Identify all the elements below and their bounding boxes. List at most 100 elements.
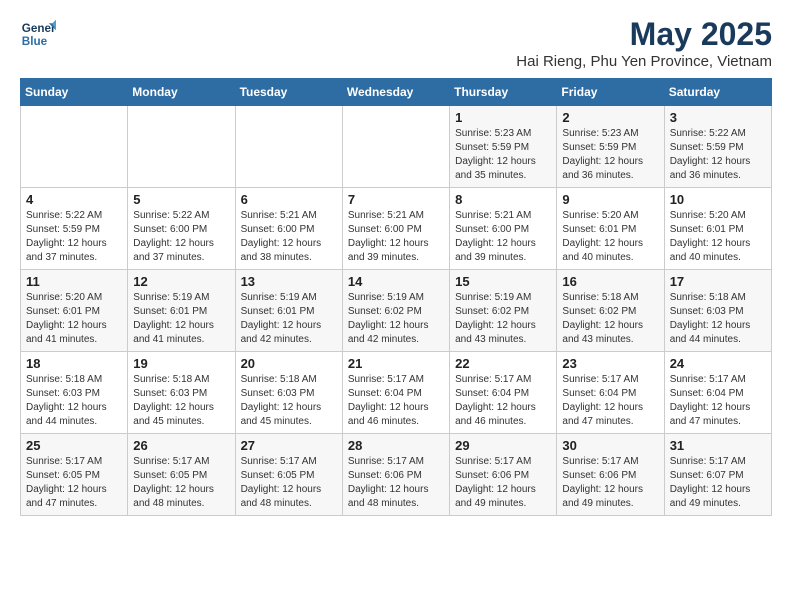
day-number: 24: [670, 356, 766, 371]
calendar-body: 1 Sunrise: 5:23 AM Sunset: 5:59 PM Daylig…: [21, 106, 772, 516]
day-info: Sunrise: 5:17 AM Sunset: 6:05 PM Dayligh…: [241, 455, 337, 511]
day-info: Sunrise: 5:17 AM Sunset: 6:05 PM Dayligh…: [133, 455, 229, 511]
day-cell: 18Sunrise: 5:18 AM Sunset: 6:03 PM Dayli…: [21, 352, 128, 434]
header-row: SundayMondayTuesdayWednesdayThursdayFrid…: [21, 79, 772, 106]
day-info: Sunrise: 5:20 AM Sunset: 6:01 PM Dayligh…: [562, 209, 658, 265]
week-row-1: 1 Sunrise: 5:23 AM Sunset: 5:59 PM Daylig…: [21, 106, 772, 188]
day-number: 9: [562, 192, 658, 207]
day-cell: 22Sunrise: 5:17 AM Sunset: 6:04 PM Dayli…: [450, 352, 557, 434]
day-cell: 3 Sunrise: 5:22 AM Sunset: 5:59 PM Daylig…: [664, 106, 771, 188]
day-cell: 14 Sunrise: 5:19 AM Sunset: 6:02 PM Dayli…: [342, 270, 449, 352]
day-number: 3: [670, 110, 766, 125]
day-cell: 24 Sunrise: 5:17 AM Sunset: 6:04 PM Dayli…: [664, 352, 771, 434]
day-cell: 6Sunrise: 5:21 AM Sunset: 6:00 PM Daylig…: [235, 188, 342, 270]
day-number: 7: [348, 192, 444, 207]
day-cell: [342, 106, 449, 188]
day-info: Sunrise: 5:17 AM Sunset: 6:04 PM Dayligh…: [348, 373, 444, 429]
day-cell: 2 Sunrise: 5:23 AM Sunset: 5:59 PM Daylig…: [557, 106, 664, 188]
day-number: 12: [133, 274, 229, 289]
month-title: May 2025: [516, 16, 772, 53]
day-number: 31: [670, 438, 766, 453]
day-cell: 27 Sunrise: 5:17 AM Sunset: 6:05 PM Dayli…: [235, 434, 342, 516]
day-number: 17: [670, 274, 766, 289]
page-header: General Blue May 2025 Hai Rieng, Phu Yen…: [20, 16, 772, 70]
day-cell: 8 Sunrise: 5:21 AM Sunset: 6:00 PM Daylig…: [450, 188, 557, 270]
day-number: 5: [133, 192, 229, 207]
location-title: Hai Rieng, Phu Yen Province, Vietnam: [516, 53, 772, 70]
day-info: Sunrise: 5:18 AM Sunset: 6:03 PM Dayligh…: [241, 373, 337, 429]
day-cell: 23 Sunrise: 5:17 AM Sunset: 6:04 PM Dayli…: [557, 352, 664, 434]
week-row-4: 18Sunrise: 5:18 AM Sunset: 6:03 PM Dayli…: [21, 352, 772, 434]
svg-text:Blue: Blue: [22, 35, 48, 48]
day-number: 16: [562, 274, 658, 289]
day-info: Sunrise: 5:18 AM Sunset: 6:03 PM Dayligh…: [26, 373, 122, 429]
day-cell: 16 Sunrise: 5:18 AM Sunset: 6:02 PM Dayli…: [557, 270, 664, 352]
title-block: May 2025 Hai Rieng, Phu Yen Province, Vi…: [516, 16, 772, 70]
week-row-5: 25 Sunrise: 5:17 AM Sunset: 6:05 PM Dayli…: [21, 434, 772, 516]
day-number: 28: [348, 438, 444, 453]
day-number: 29: [455, 438, 551, 453]
day-cell: [235, 106, 342, 188]
day-number: 2: [562, 110, 658, 125]
header-day-thursday: Thursday: [450, 79, 557, 106]
day-cell: 10Sunrise: 5:20 AM Sunset: 6:01 PM Dayli…: [664, 188, 771, 270]
header-day-friday: Friday: [557, 79, 664, 106]
day-number: 30: [562, 438, 658, 453]
day-cell: 31 Sunrise: 5:17 AM Sunset: 6:07 PM Dayli…: [664, 434, 771, 516]
day-info: Sunrise: 5:19 AM Sunset: 6:02 PM Dayligh…: [455, 291, 551, 347]
day-info: Sunrise: 5:17 AM Sunset: 6:04 PM Dayligh…: [455, 373, 551, 429]
day-cell: 5Sunrise: 5:22 AM Sunset: 6:00 PM Daylig…: [128, 188, 235, 270]
day-info: Sunrise: 5:17 AM Sunset: 6:05 PM Dayligh…: [26, 455, 122, 511]
day-number: 1: [455, 110, 551, 125]
day-cell: 21 Sunrise: 5:17 AM Sunset: 6:04 PM Dayli…: [342, 352, 449, 434]
day-number: 6: [241, 192, 337, 207]
day-cell: 9 Sunrise: 5:20 AM Sunset: 6:01 PM Daylig…: [557, 188, 664, 270]
day-number: 4: [26, 192, 122, 207]
day-info: Sunrise: 5:17 AM Sunset: 6:04 PM Dayligh…: [562, 373, 658, 429]
day-info: Sunrise: 5:22 AM Sunset: 5:59 PM Dayligh…: [26, 209, 122, 265]
day-cell: 28 Sunrise: 5:17 AM Sunset: 6:06 PM Dayli…: [342, 434, 449, 516]
day-number: 11: [26, 274, 122, 289]
day-info: Sunrise: 5:23 AM Sunset: 5:59 PM Dayligh…: [562, 127, 658, 183]
day-cell: [128, 106, 235, 188]
day-cell: 13Sunrise: 5:19 AM Sunset: 6:01 PM Dayli…: [235, 270, 342, 352]
day-number: 19: [133, 356, 229, 371]
header-day-wednesday: Wednesday: [342, 79, 449, 106]
day-info: Sunrise: 5:20 AM Sunset: 6:01 PM Dayligh…: [26, 291, 122, 347]
day-info: Sunrise: 5:17 AM Sunset: 6:06 PM Dayligh…: [562, 455, 658, 511]
day-number: 23: [562, 356, 658, 371]
day-info: Sunrise: 5:22 AM Sunset: 5:59 PM Dayligh…: [670, 127, 766, 183]
day-cell: 12 Sunrise: 5:19 AM Sunset: 6:01 PM Dayli…: [128, 270, 235, 352]
day-cell: 7Sunrise: 5:21 AM Sunset: 6:00 PM Daylig…: [342, 188, 449, 270]
day-info: Sunrise: 5:21 AM Sunset: 6:00 PM Dayligh…: [455, 209, 551, 265]
day-info: Sunrise: 5:17 AM Sunset: 6:07 PM Dayligh…: [670, 455, 766, 511]
calendar-header: SundayMondayTuesdayWednesdayThursdayFrid…: [21, 79, 772, 106]
day-cell: 17Sunrise: 5:18 AM Sunset: 6:03 PM Dayli…: [664, 270, 771, 352]
day-number: 21: [348, 356, 444, 371]
day-number: 25: [26, 438, 122, 453]
day-info: Sunrise: 5:17 AM Sunset: 6:06 PM Dayligh…: [348, 455, 444, 511]
day-info: Sunrise: 5:17 AM Sunset: 6:06 PM Dayligh…: [455, 455, 551, 511]
day-number: 15: [455, 274, 551, 289]
day-info: Sunrise: 5:17 AM Sunset: 6:04 PM Dayligh…: [670, 373, 766, 429]
day-number: 27: [241, 438, 337, 453]
header-day-saturday: Saturday: [664, 79, 771, 106]
day-cell: 29 Sunrise: 5:17 AM Sunset: 6:06 PM Dayli…: [450, 434, 557, 516]
day-cell: 1 Sunrise: 5:23 AM Sunset: 5:59 PM Daylig…: [450, 106, 557, 188]
day-info: Sunrise: 5:18 AM Sunset: 6:03 PM Dayligh…: [133, 373, 229, 429]
header-day-tuesday: Tuesday: [235, 79, 342, 106]
day-cell: 19 Sunrise: 5:18 AM Sunset: 6:03 PM Dayli…: [128, 352, 235, 434]
day-cell: 15 Sunrise: 5:19 AM Sunset: 6:02 PM Dayli…: [450, 270, 557, 352]
day-number: 8: [455, 192, 551, 207]
day-number: 10: [670, 192, 766, 207]
day-info: Sunrise: 5:19 AM Sunset: 6:02 PM Dayligh…: [348, 291, 444, 347]
day-info: Sunrise: 5:18 AM Sunset: 6:02 PM Dayligh…: [562, 291, 658, 347]
day-number: 14: [348, 274, 444, 289]
day-cell: 20Sunrise: 5:18 AM Sunset: 6:03 PM Dayli…: [235, 352, 342, 434]
calendar-table: SundayMondayTuesdayWednesdayThursdayFrid…: [20, 78, 772, 516]
day-info: Sunrise: 5:23 AM Sunset: 5:59 PM Dayligh…: [455, 127, 551, 183]
logo: General Blue: [20, 16, 56, 52]
day-info: Sunrise: 5:19 AM Sunset: 6:01 PM Dayligh…: [133, 291, 229, 347]
day-cell: 11 Sunrise: 5:20 AM Sunset: 6:01 PM Dayli…: [21, 270, 128, 352]
day-number: 13: [241, 274, 337, 289]
